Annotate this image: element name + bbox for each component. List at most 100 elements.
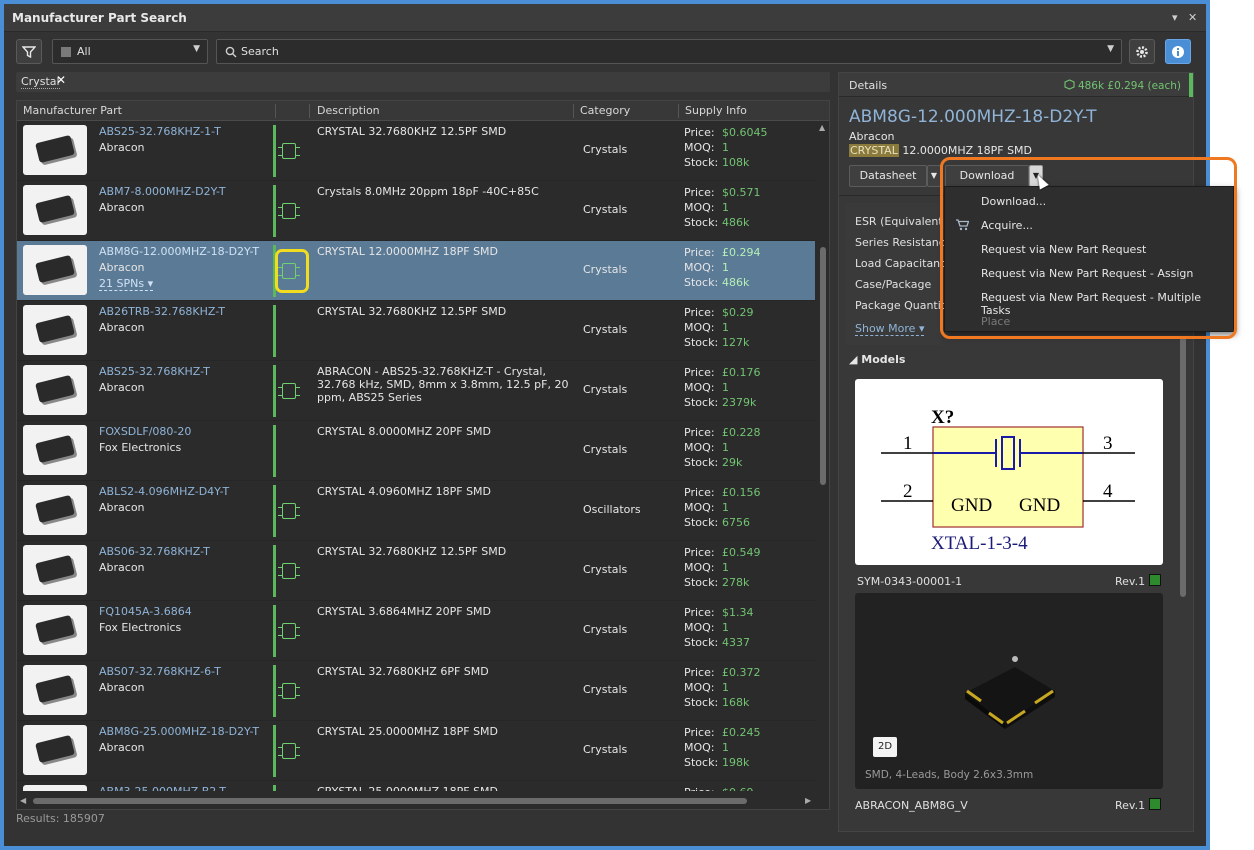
grid-horizontal-scrollbar[interactable]: ◀ ▶ bbox=[17, 795, 817, 807]
column-supply-info[interactable]: Supply Info bbox=[685, 104, 747, 117]
show-more-link[interactable]: Show More ▾ bbox=[855, 322, 925, 336]
part-number-link[interactable]: ABM7-8.000MHZ-D2Y-T bbox=[99, 185, 226, 198]
stock-value: 168k bbox=[722, 696, 750, 709]
part-number-link[interactable]: ABM3-25.000MHZ-B2-T bbox=[99, 785, 226, 791]
details-description: CRYSTAL 12.0000MHZ 18PF SMD bbox=[849, 144, 1033, 157]
part-number-link[interactable]: ABS06-32.768KHZ-T bbox=[99, 545, 210, 558]
stock-value: 6756 bbox=[722, 516, 750, 529]
supply-status-bar bbox=[1189, 73, 1193, 97]
column-description[interactable]: Description bbox=[317, 104, 380, 117]
search-history-icon[interactable]: ▼ bbox=[1107, 44, 1114, 54]
table-row[interactable]: ABS25-32.768KHZ-T Abracon ABRACON - ABS25-… bbox=[17, 361, 815, 421]
symbol-name: SYM-0343-00001-1 bbox=[857, 575, 963, 588]
component-model-icon bbox=[278, 563, 300, 579]
table-row[interactable]: ABS07-32.768KHZ-6-T Abracon CRYSTAL 32.768… bbox=[17, 661, 815, 721]
part-thumbnail bbox=[23, 785, 87, 791]
moq-value: 1 bbox=[722, 681, 729, 694]
availability-bar bbox=[273, 605, 276, 657]
part-manufacturer: Fox Electronics bbox=[99, 621, 182, 634]
filter-chip-crystal[interactable]: Crystal bbox=[21, 75, 60, 89]
table-row[interactable]: ABLS2-4.096MHZ-D4Y-T Abracon CRYSTAL 4.096… bbox=[17, 481, 815, 541]
moq-value: 1 bbox=[722, 201, 729, 214]
search-input[interactable]: Search ▼ bbox=[216, 39, 1122, 64]
price-value: £0.372 bbox=[722, 666, 761, 679]
part-category: Crystals bbox=[583, 203, 628, 216]
part-manufacturer: Abracon bbox=[99, 381, 145, 394]
grid-horizontal-scroll-thumb[interactable] bbox=[33, 798, 747, 804]
category-icon bbox=[61, 47, 71, 57]
availability-bar bbox=[273, 125, 276, 177]
footprint-preview[interactable]: 2D SMD, 4-Leads, Body 2.6x3.3mm bbox=[855, 593, 1163, 789]
pin-icon[interactable]: ▾ bbox=[1172, 11, 1178, 24]
footprint-status-indicator bbox=[1149, 798, 1161, 810]
moq-value: 1 bbox=[722, 561, 729, 574]
info-icon bbox=[1172, 46, 1184, 58]
footprint-name: ABRACON_ABM8G_V bbox=[855, 799, 968, 812]
stock-value: 2379k bbox=[722, 396, 757, 409]
part-thumbnail bbox=[23, 725, 87, 775]
chevron-down-icon: ▼ bbox=[193, 44, 200, 54]
grid-vertical-scrollbar[interactable]: ▲ bbox=[817, 121, 829, 791]
symbol-designator: X? bbox=[931, 407, 954, 428]
datasheet-dropdown-button[interactable]: ▼ bbox=[927, 165, 941, 187]
part-manufacturer: Abracon bbox=[99, 681, 145, 694]
part-manufacturer: Abracon bbox=[99, 261, 145, 274]
part-number-link[interactable]: ABM8G-25.000MHZ-18-D2Y-T bbox=[99, 725, 259, 738]
part-description: CRYSTAL 32.7680KHZ 6PF SMD bbox=[317, 665, 489, 678]
remove-filter-icon[interactable]: ✕ bbox=[56, 73, 66, 87]
table-row[interactable]: ABS25-32.768KHZ-1-T Abracon CRYSTAL 32.768… bbox=[17, 121, 815, 181]
supply-info: Price: £0.372 MOQ: 1 Stock: 168k bbox=[684, 666, 761, 709]
moq-value: 1 bbox=[722, 321, 729, 334]
table-row[interactable]: ABM8G-12.000MHZ-18-D2Y-T Abracon 21 SPNs ▾… bbox=[17, 241, 815, 301]
gear-icon bbox=[1136, 46, 1148, 58]
close-icon[interactable]: ✕ bbox=[1188, 11, 1197, 24]
spns-dropdown[interactable]: 21 SPNs ▾ bbox=[99, 277, 154, 291]
supply-info: Price: $0.6045 MOQ: 1 Stock: 108k bbox=[684, 126, 768, 169]
availability-bar bbox=[273, 545, 276, 597]
symbol-preview[interactable]: X? 1 2 3 4 GND GND XTAL-1-3-4 bbox=[855, 379, 1163, 565]
filter-button[interactable] bbox=[16, 39, 42, 64]
datasheet-button[interactable]: Datasheet bbox=[849, 165, 927, 187]
search-placeholder: Search bbox=[241, 45, 279, 58]
part-number-link[interactable]: ABM8G-12.000MHZ-18-D2Y-T bbox=[99, 245, 259, 258]
column-category[interactable]: Category bbox=[580, 104, 630, 117]
column-manufacturer-part[interactable]: Manufacturer Part bbox=[23, 104, 122, 117]
grid-header: Manufacturer Part Description Category S… bbox=[17, 101, 829, 121]
param-label: Case/Package bbox=[855, 278, 932, 291]
table-row[interactable]: ABM8G-25.000MHZ-18-D2Y-T Abracon CRYSTAL 2… bbox=[17, 721, 815, 781]
table-row[interactable]: ABM7-8.000MHZ-D2Y-T Abracon Crystals 8.0MH… bbox=[17, 181, 815, 241]
details-stock-summary: 486k £0.294 (each) bbox=[1064, 79, 1181, 92]
part-number-link[interactable]: FQ1045A-3.6864 bbox=[99, 605, 192, 618]
part-description: CRYSTAL 8.0000MHZ 20PF SMD bbox=[317, 425, 492, 438]
part-manufacturer: Abracon bbox=[99, 201, 145, 214]
part-number-link[interactable]: ABS25-32.768KHZ-T bbox=[99, 365, 210, 378]
part-number-link[interactable]: AB26TRB-32.768KHZ-T bbox=[99, 305, 225, 318]
param-label: Load Capacitance bbox=[855, 257, 953, 270]
part-number-link[interactable]: FOXSDLF/080-20 bbox=[99, 425, 191, 438]
settings-button[interactable] bbox=[1129, 39, 1155, 64]
models-section-header[interactable]: ◢ Models bbox=[849, 353, 905, 366]
table-row[interactable]: ABS06-32.768KHZ-T Abracon CRYSTAL 32.7680K… bbox=[17, 541, 815, 601]
moq-value: 1 bbox=[722, 141, 729, 154]
table-row[interactable]: FOXSDLF/080-20 Fox Electronics CRYSTAL 8.0… bbox=[17, 421, 815, 481]
part-number-link[interactable]: ABS07-32.768KHZ-6-T bbox=[99, 665, 221, 678]
table-row[interactable]: AB26TRB-32.768KHZ-T Abracon CRYSTAL 32.768… bbox=[17, 301, 815, 361]
gnd-label-1: GND bbox=[951, 495, 992, 516]
table-row[interactable]: FQ1045A-3.6864 Fox Electronics CRYSTAL 3.6… bbox=[17, 601, 815, 661]
category-dropdown[interactable]: All ▼ bbox=[52, 39, 208, 64]
view-2d-button[interactable]: 2D bbox=[873, 737, 897, 757]
grid-vertical-scroll-thumb[interactable] bbox=[820, 247, 826, 485]
details-manufacturer: Abracon bbox=[849, 130, 895, 143]
footprint-revision: Rev.1 bbox=[1115, 799, 1146, 812]
table-row[interactable]: ABM3-25.000MHZ-B2-T CRYSTAL 25.0000MHZ 18… bbox=[17, 781, 815, 791]
part-number-link[interactable]: ABS25-32.768KHZ-1-T bbox=[99, 125, 221, 138]
price-value: £0.156 bbox=[722, 486, 761, 499]
info-button[interactable] bbox=[1165, 39, 1191, 64]
supply-info: Price:$0.69MOQ:Stock: bbox=[684, 785, 754, 791]
param-label: ESR (Equivalent bbox=[855, 215, 943, 228]
part-description: CRYSTAL 25.0000MHZ 18PF SMD bbox=[317, 725, 499, 738]
part-number-link[interactable]: ABLS2-4.096MHZ-D4Y-T bbox=[99, 485, 229, 498]
details-scroll-thumb[interactable] bbox=[1180, 337, 1186, 597]
pin-2-label: 2 bbox=[903, 481, 913, 502]
supply-info: Price: $0.571 MOQ: 1 Stock: 486k bbox=[684, 186, 761, 229]
